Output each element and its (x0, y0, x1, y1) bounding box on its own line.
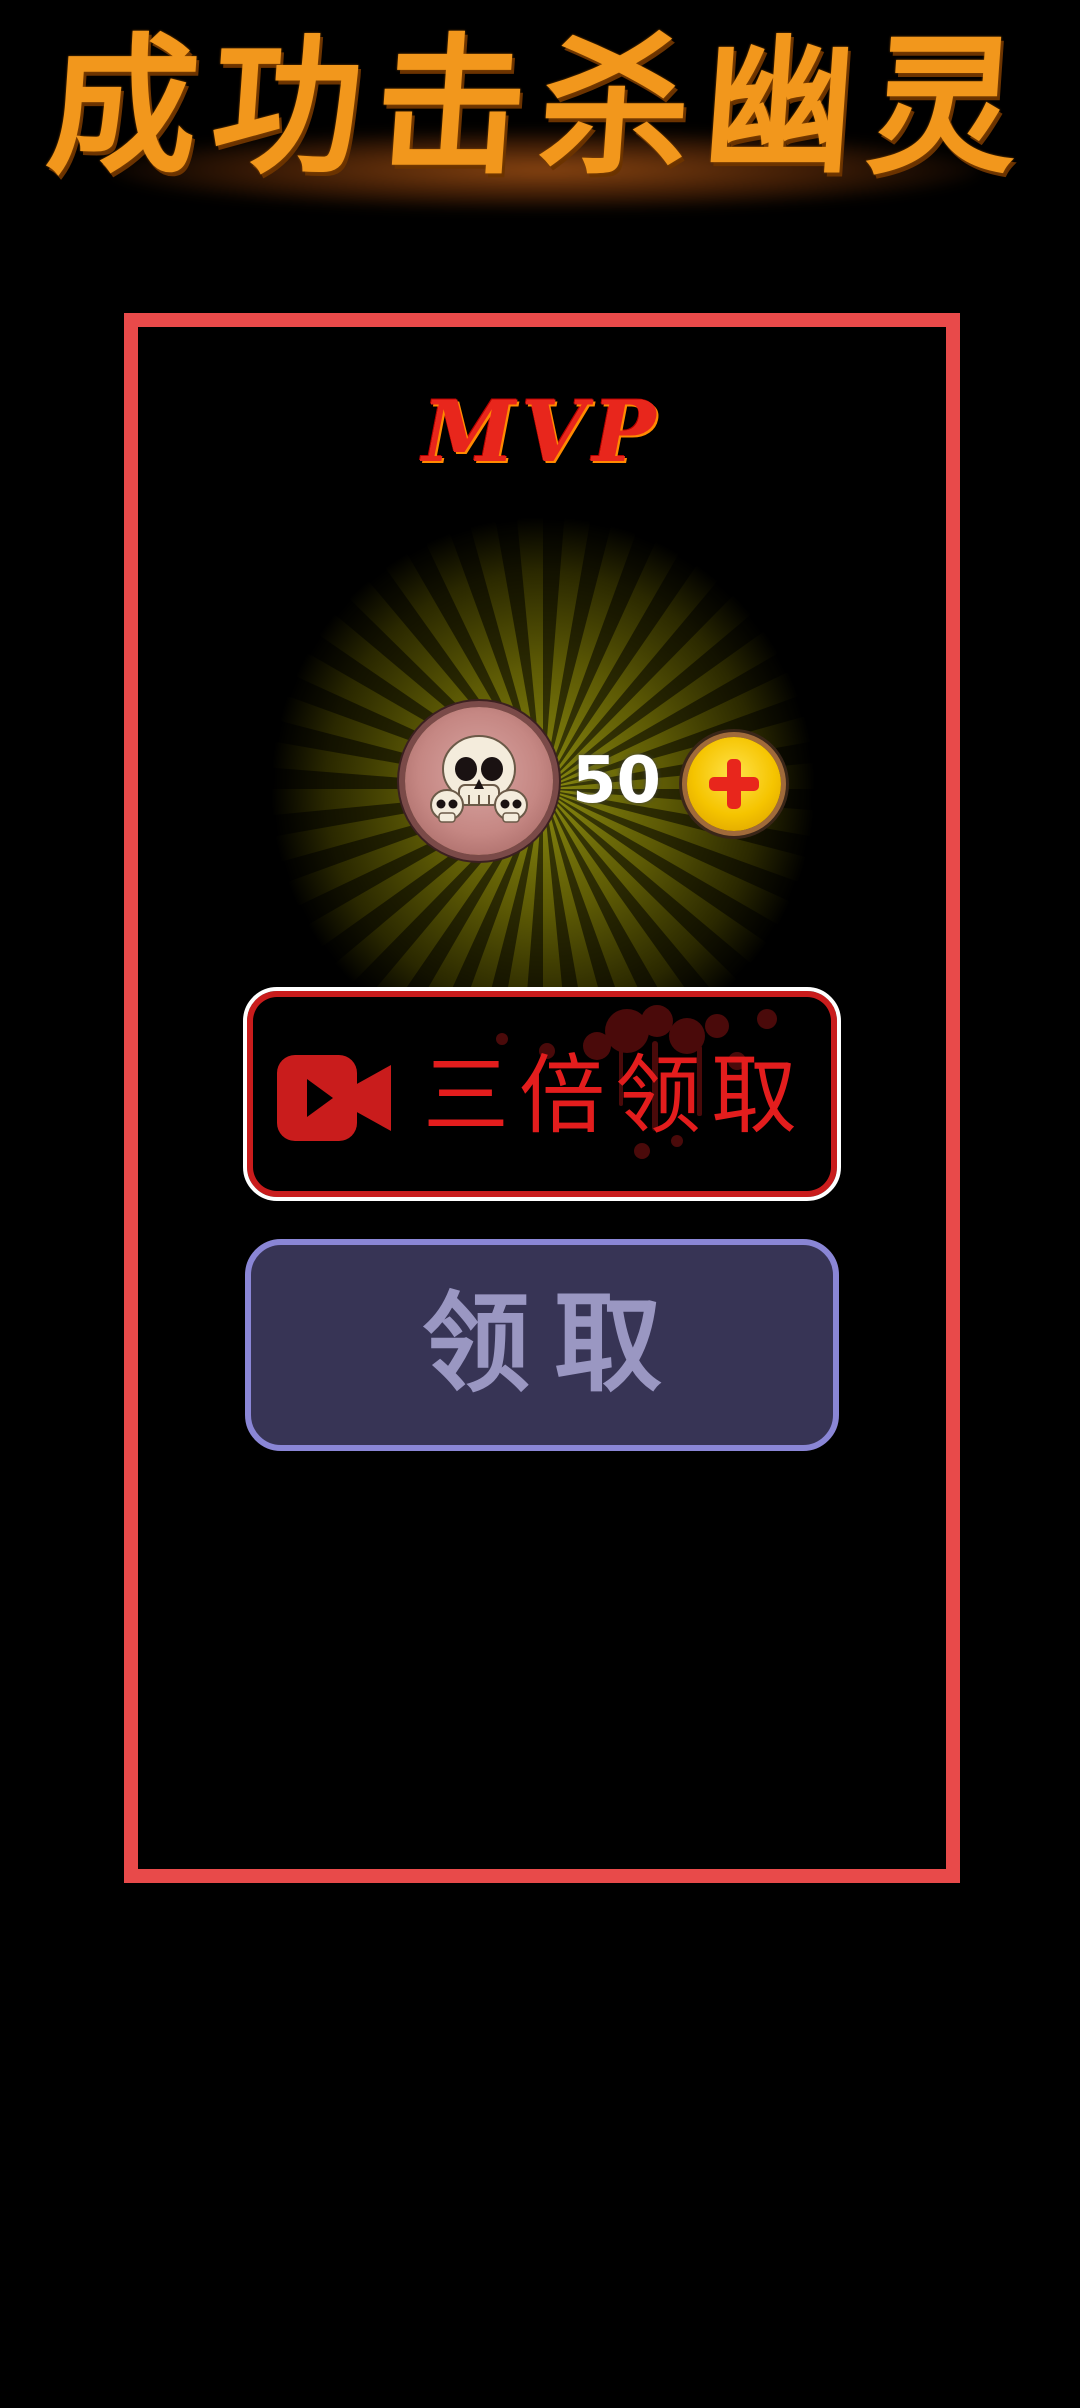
triple-claim-button[interactable]: 三倍领取 (243, 987, 841, 1201)
reward-dialog: MVP 50 三倍领取 领取 (124, 313, 960, 1883)
skull-medal-icon (405, 707, 553, 855)
add-coin-button[interactable] (687, 737, 781, 831)
title-area: 成功击杀幽灵 (0, 0, 1080, 250)
triple-claim-label: 三倍领取 (423, 1046, 807, 1146)
reward-amount: 50 (572, 744, 662, 818)
mvp-badge: MVP (422, 382, 662, 481)
claim-label: 领取 (421, 1282, 686, 1407)
plus-icon (709, 759, 759, 809)
page-title: 成功击杀幽灵 (41, 21, 1039, 195)
video-camera-icon (277, 1055, 391, 1141)
claim-button[interactable]: 领取 (245, 1239, 839, 1451)
